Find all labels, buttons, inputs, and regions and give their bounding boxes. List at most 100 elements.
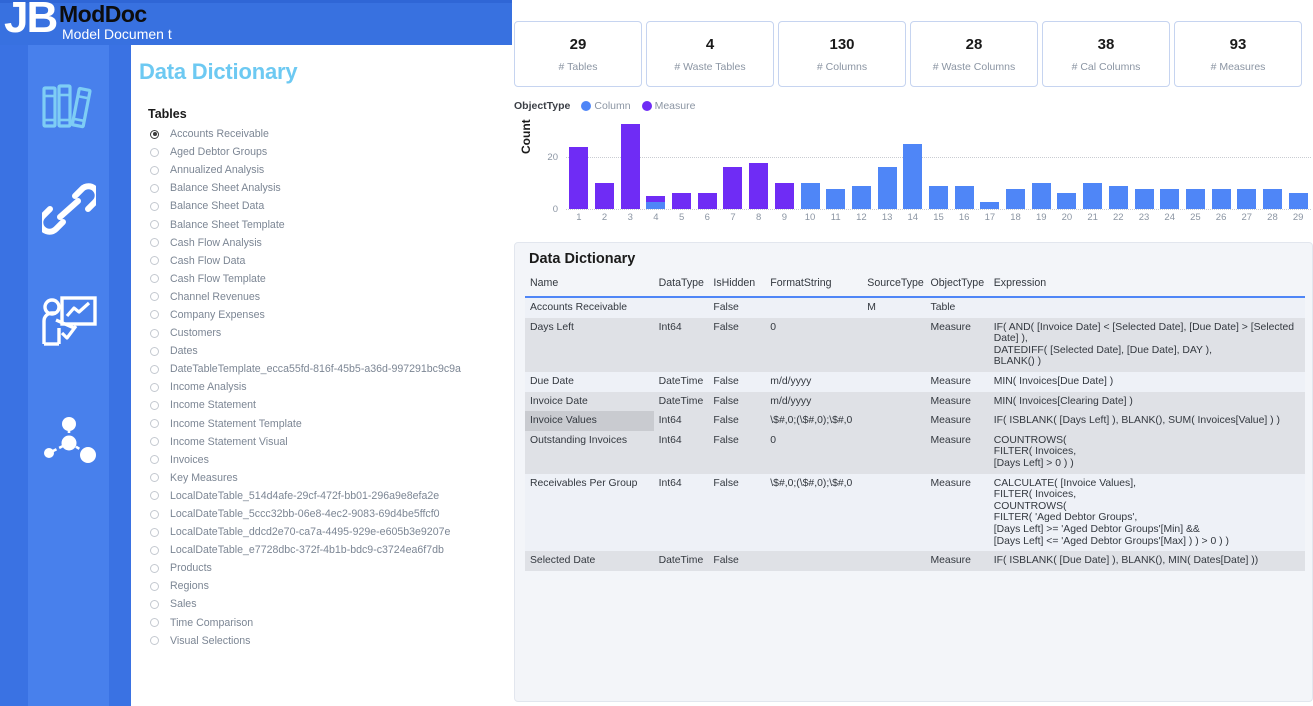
bar-column[interactable] bbox=[903, 144, 922, 209]
bar-segment-measure[interactable] bbox=[672, 193, 691, 209]
bar-segment-column[interactable] bbox=[1135, 189, 1154, 209]
bar-segment-column[interactable] bbox=[852, 186, 871, 209]
slicer-item[interactable]: Key Measures bbox=[145, 469, 515, 487]
table-row[interactable]: Invoice ValuesInt64False\$#,0;(\$#,0);\$… bbox=[525, 411, 1305, 431]
legend-item-column[interactable]: Column bbox=[581, 100, 630, 112]
bar-column[interactable] bbox=[929, 186, 948, 209]
bar-column[interactable] bbox=[775, 183, 794, 209]
radio-icon[interactable] bbox=[150, 455, 159, 464]
slicer-item[interactable]: LocalDateTable_514d4afe-29cf-472f-bb01-2… bbox=[145, 487, 515, 505]
slicer-item[interactable]: Visual Selections bbox=[145, 632, 515, 650]
bar-column[interactable] bbox=[698, 193, 717, 209]
tables-slicer[interactable]: Accounts ReceivableAged Debtor GroupsAnn… bbox=[145, 125, 515, 700]
radio-icon[interactable] bbox=[150, 383, 159, 392]
bar-segment-column[interactable] bbox=[1160, 189, 1179, 209]
bar-column[interactable] bbox=[1109, 186, 1128, 209]
bar-segment-measure[interactable] bbox=[621, 124, 640, 209]
column-header-ishidden[interactable]: IsHidden bbox=[708, 273, 765, 297]
bar-segment-column[interactable] bbox=[1057, 193, 1076, 209]
slicer-item[interactable]: Channel Revenues bbox=[145, 288, 515, 306]
bar-segment-column[interactable] bbox=[1289, 193, 1308, 209]
bar-segment-column[interactable] bbox=[955, 186, 974, 209]
radio-icon[interactable] bbox=[150, 491, 159, 500]
bar-column[interactable] bbox=[723, 167, 742, 210]
bar-segment-measure[interactable] bbox=[698, 193, 717, 209]
slicer-item[interactable]: Income Statement Visual bbox=[145, 433, 515, 451]
bar-segment-column[interactable] bbox=[929, 186, 948, 209]
table-row[interactable]: Receivables Per GroupInt64False\$#,0;(\$… bbox=[525, 474, 1305, 552]
bar-segment-column[interactable] bbox=[801, 183, 820, 209]
bar-column[interactable] bbox=[1289, 193, 1308, 209]
bar-column[interactable] bbox=[878, 167, 897, 210]
slicer-item[interactable]: Time Comparison bbox=[145, 614, 515, 632]
radio-icon[interactable] bbox=[150, 256, 159, 265]
slicer-item[interactable]: Company Expenses bbox=[145, 306, 515, 324]
bar-column[interactable] bbox=[1006, 189, 1025, 209]
radio-icon[interactable] bbox=[150, 310, 159, 319]
column-header-formatstring[interactable]: FormatString bbox=[765, 273, 862, 297]
kpi-card[interactable]: 28# Waste Columns bbox=[910, 21, 1038, 87]
bar-column[interactable] bbox=[1263, 189, 1282, 209]
radio-icon[interactable] bbox=[150, 329, 159, 338]
bar-column[interactable] bbox=[955, 186, 974, 209]
slicer-item[interactable]: Regions bbox=[145, 577, 515, 595]
table-row[interactable]: Due DateDateTimeFalsem/d/yyyyMeasureMIN(… bbox=[525, 372, 1305, 392]
bar-column[interactable] bbox=[595, 183, 614, 209]
radio-icon[interactable] bbox=[150, 184, 159, 193]
table-row[interactable]: Outstanding InvoicesInt64False0MeasureCO… bbox=[525, 431, 1305, 474]
slicer-item[interactable]: Customers bbox=[145, 324, 515, 342]
slicer-item[interactable]: Cash Flow Template bbox=[145, 270, 515, 288]
radio-icon[interactable] bbox=[150, 600, 159, 609]
radio-icon[interactable] bbox=[150, 510, 159, 519]
bar-column[interactable] bbox=[621, 124, 640, 209]
slicer-item[interactable]: DateTableTemplate_ecca55fd-816f-45b5-a36… bbox=[145, 360, 515, 378]
table-row[interactable]: Invoice DateDateTimeFalsem/d/yyyyMeasure… bbox=[525, 392, 1305, 412]
radio-icon[interactable] bbox=[150, 347, 159, 356]
slicer-item[interactable]: Sales bbox=[145, 595, 515, 613]
bar-segment-column[interactable] bbox=[1006, 189, 1025, 209]
nav-button-lineage[interactable] bbox=[28, 395, 109, 483]
bar-column[interactable] bbox=[801, 183, 820, 209]
bar-segment-column[interactable] bbox=[1032, 183, 1051, 209]
column-header-datatype[interactable]: DataType bbox=[654, 273, 709, 297]
radio-icon[interactable] bbox=[150, 636, 159, 645]
bar-column[interactable] bbox=[1057, 193, 1076, 209]
table-row[interactable]: Selected DateDateTimeFalseMeasureIF( ISB… bbox=[525, 551, 1305, 571]
radio-icon[interactable] bbox=[150, 365, 159, 374]
radio-icon[interactable] bbox=[150, 564, 159, 573]
slicer-item[interactable]: Balance Sheet Template bbox=[145, 215, 515, 233]
slicer-item[interactable]: Balance Sheet Data bbox=[145, 197, 515, 215]
bar-column[interactable] bbox=[672, 193, 691, 209]
radio-icon[interactable] bbox=[150, 292, 159, 301]
radio-icon[interactable] bbox=[150, 238, 159, 247]
bar-segment-column[interactable] bbox=[1237, 189, 1256, 209]
bar-column[interactable] bbox=[980, 202, 999, 209]
radio-icon[interactable] bbox=[150, 528, 159, 537]
column-header-name[interactable]: Name bbox=[525, 273, 654, 297]
slicer-item[interactable]: Cash Flow Analysis bbox=[145, 234, 515, 252]
table-row[interactable]: Accounts ReceivableFalseMTable bbox=[525, 297, 1305, 318]
slicer-item[interactable]: Balance Sheet Analysis bbox=[145, 179, 515, 197]
bar-segment-column[interactable] bbox=[646, 202, 665, 209]
bar-column[interactable] bbox=[1212, 189, 1231, 209]
bar-segment-measure[interactable] bbox=[723, 167, 742, 210]
radio-icon[interactable] bbox=[150, 274, 159, 283]
radio-icon[interactable] bbox=[150, 148, 159, 157]
bar-segment-column[interactable] bbox=[1263, 189, 1282, 209]
bar-segment-column[interactable] bbox=[878, 167, 897, 210]
column-header-objecttype[interactable]: ObjectType bbox=[926, 273, 989, 297]
kpi-card[interactable]: 130# Columns bbox=[778, 21, 906, 87]
legend-item-measure[interactable]: Measure bbox=[642, 100, 696, 112]
radio-icon[interactable] bbox=[150, 166, 159, 175]
bar-column[interactable] bbox=[1083, 183, 1102, 209]
nav-button-relationships[interactable] bbox=[28, 165, 109, 253]
bar-column[interactable] bbox=[826, 189, 845, 209]
radio-icon[interactable] bbox=[150, 618, 159, 627]
bar-segment-column[interactable] bbox=[826, 189, 845, 209]
radio-icon[interactable] bbox=[150, 473, 159, 482]
slicer-item[interactable]: Income Analysis bbox=[145, 378, 515, 396]
column-header-expression[interactable]: Expression bbox=[989, 273, 1305, 297]
table-row[interactable]: Days LeftInt64False0MeasureIF( AND( [Inv… bbox=[525, 318, 1305, 372]
slicer-item[interactable]: LocalDateTable_5ccc32bb-06e8-4ec2-9083-6… bbox=[145, 505, 515, 523]
slicer-item[interactable]: LocalDateTable_e7728dbc-372f-4b1b-bdc9-c… bbox=[145, 541, 515, 559]
